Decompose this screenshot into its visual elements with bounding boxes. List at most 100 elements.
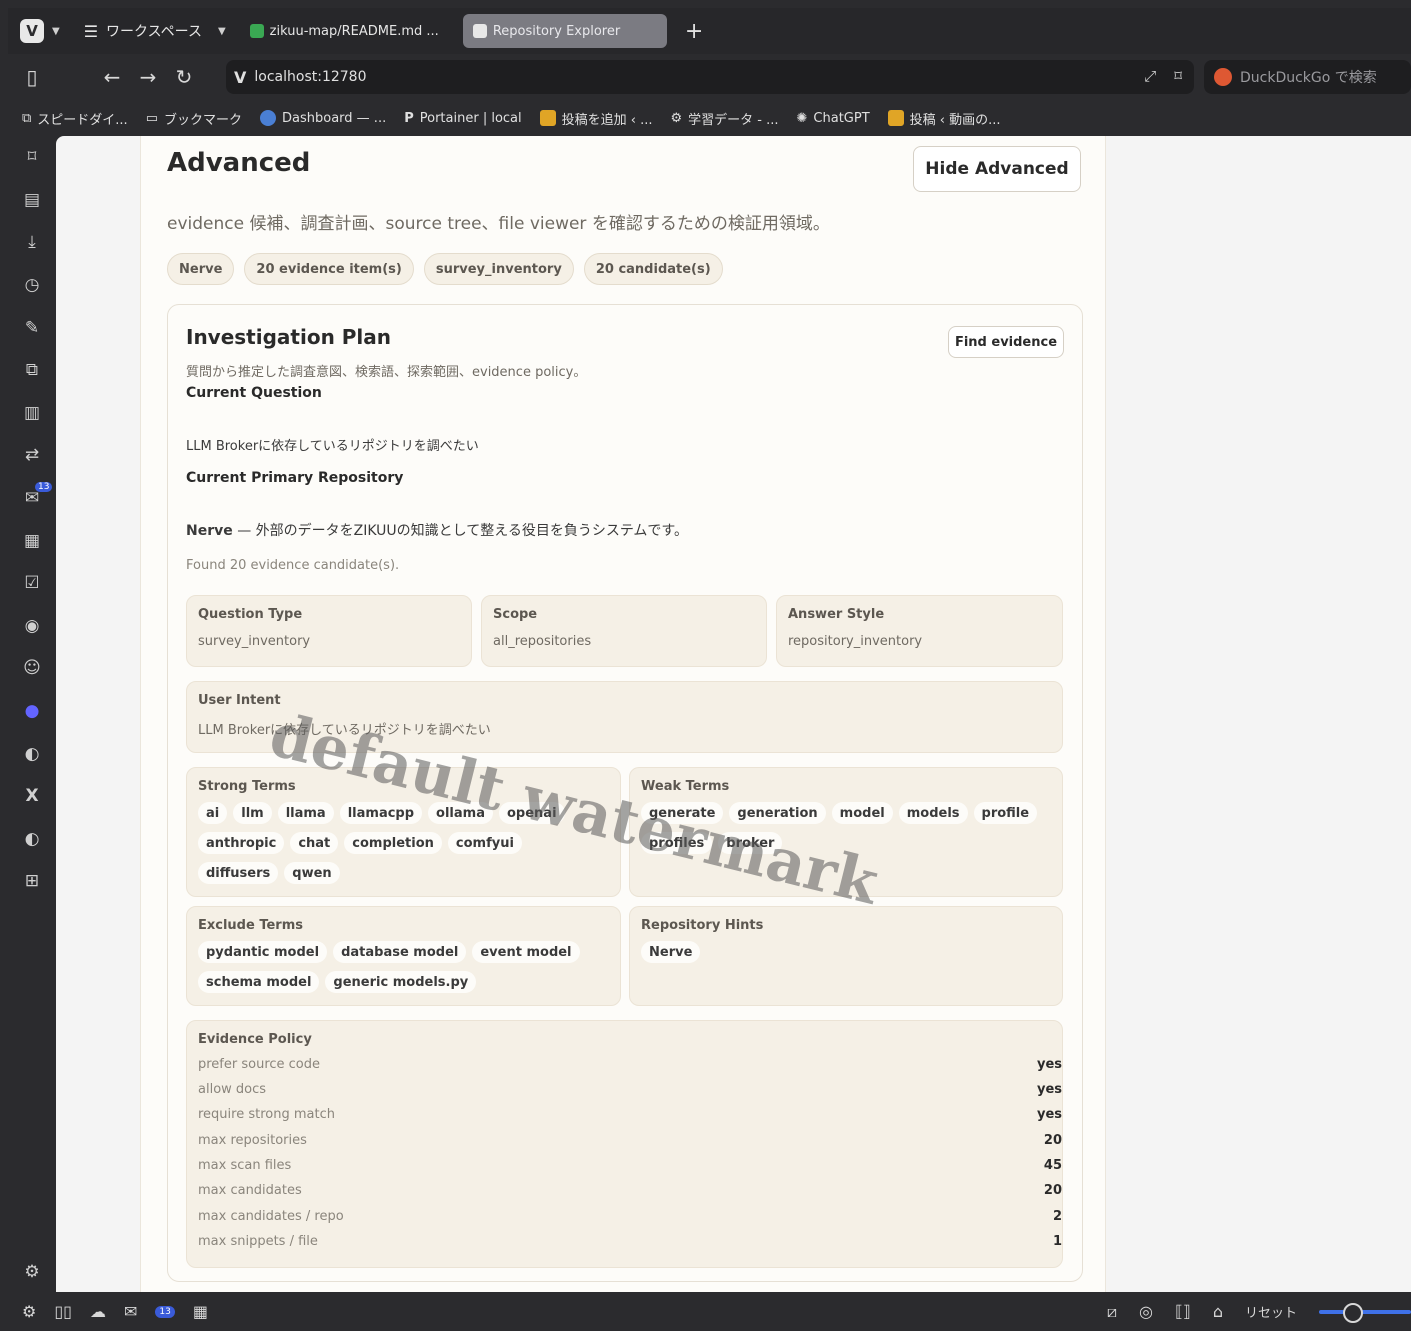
hide-advanced-button[interactable]: Hide Advanced bbox=[913, 146, 1081, 192]
exclude-terms-list: pydantic model database model event mode… bbox=[198, 941, 608, 993]
term-tag: anthropic bbox=[198, 832, 285, 854]
bookmark-post-add[interactable]: 投稿を追加 ‹ ... bbox=[539, 109, 653, 128]
term-tag: chat bbox=[290, 832, 339, 854]
bookmark-speed-dial[interactable]: ⧉ スピードダイ... bbox=[22, 109, 128, 128]
term-tag: models bbox=[898, 802, 968, 824]
workspace-selector[interactable]: ☰ ワークスペース ▼ bbox=[84, 21, 226, 41]
answer-style-label: Answer Style bbox=[788, 607, 885, 622]
scope-box: Scope all_repositories bbox=[481, 595, 767, 667]
policy-row: max candidates 20 bbox=[198, 1183, 1062, 1198]
back-icon[interactable]: ← bbox=[94, 65, 130, 89]
zoom-reset-button[interactable]: リセット bbox=[1245, 1302, 1297, 1321]
url-field[interactable]: V localhost:12780 ⤢ ⌑ bbox=[226, 60, 1194, 94]
sync-cloud-icon[interactable]: ☁ bbox=[90, 1302, 106, 1321]
downloads-icon[interactable]: ⤓ bbox=[8, 221, 56, 264]
answer-style-box: Answer Style repository_inventory bbox=[776, 595, 1063, 667]
web-panel-icon[interactable]: ◐ bbox=[8, 818, 56, 861]
status-bar: ⚙ ▯▯ ☁ ✉ 13 ▦ ⧄ ◎ ⟦⟧ ⌂ リセット bbox=[8, 1292, 1411, 1331]
bookmark-dashboard[interactable]: Dashboard — ... bbox=[260, 110, 386, 126]
sync-icon[interactable]: ⇄ bbox=[8, 434, 56, 477]
strong-terms-list: ai llm llama llamacpp ollama openai anth… bbox=[198, 802, 608, 884]
x-icon[interactable]: X bbox=[8, 775, 56, 818]
capture-icon[interactable]: ◎ bbox=[1139, 1302, 1153, 1321]
new-tab-icon[interactable]: + bbox=[685, 19, 703, 44]
user-intent-box: User Intent LLM Brokerに依存しているリポジトリを調べたい bbox=[186, 681, 1063, 753]
tab-lock-icon[interactable]: ⌂ bbox=[1213, 1302, 1223, 1321]
question-type-box: Question Type survey_inventory bbox=[186, 595, 472, 667]
tab-label: zikuu-map/README.md ... bbox=[269, 23, 439, 39]
bookmark-chatgpt[interactable]: ✺ ChatGPT bbox=[797, 111, 870, 126]
forward-icon[interactable]: → bbox=[130, 65, 166, 89]
calendar-icon[interactable]: ▦ bbox=[8, 519, 56, 562]
zoom-slider[interactable] bbox=[1319, 1302, 1411, 1323]
folder-icon: ▭ bbox=[145, 110, 158, 126]
bookmark-folder[interactable]: ▭ ブックマーク bbox=[146, 109, 242, 128]
chip-evidence-count: 20 evidence item(s) bbox=[244, 253, 414, 285]
policy-row: max snippets / file 1 bbox=[198, 1234, 1062, 1249]
page-actions-icon[interactable]: ⧄ bbox=[1107, 1302, 1117, 1322]
sidebar-badge: 13 bbox=[35, 481, 53, 492]
window-panel-icon[interactable]: ▥ bbox=[8, 392, 56, 435]
site-info-icon[interactable]: V bbox=[234, 68, 246, 87]
chevron-down-icon[interactable]: ▼ bbox=[52, 26, 60, 37]
exclude-terms-label: Exclude Terms bbox=[198, 918, 303, 933]
mail-status-icon[interactable]: ✉ bbox=[124, 1302, 137, 1321]
repository-hints-list: Nerve bbox=[641, 941, 1051, 963]
feeds-icon[interactable]: ◉ bbox=[8, 605, 56, 648]
advanced-title: Advanced bbox=[167, 148, 311, 178]
tab-label: Repository Explorer bbox=[492, 23, 621, 39]
add-panel-icon[interactable]: ⊞ bbox=[8, 860, 56, 903]
scope-label: Scope bbox=[493, 607, 538, 622]
tiling-icon[interactable]: ⟦⟧ bbox=[1175, 1302, 1191, 1321]
search-field[interactable]: DuckDuckGo で検索 bbox=[1204, 60, 1411, 94]
url-text: localhost:12780 bbox=[254, 69, 367, 85]
evidence-policy-box: Evidence Policy prefer source code yes al… bbox=[186, 1020, 1063, 1268]
settings-icon[interactable]: ⚙ bbox=[8, 1252, 56, 1292]
weak-terms-box: Weak Terms generate generation model mod… bbox=[629, 767, 1063, 897]
notes-icon[interactable]: ✎ bbox=[8, 306, 56, 349]
question-type-value: survey_inventory bbox=[198, 634, 311, 649]
tile-tabs-icon[interactable]: ▯▯ bbox=[54, 1302, 72, 1321]
term-tag: model bbox=[831, 802, 893, 824]
term-tag: ai bbox=[198, 802, 228, 824]
panel-toggle-icon[interactable]: ▯ bbox=[14, 65, 50, 89]
browser-window: V ▼ ☰ ワークスペース ▼ zikuu-map/README.md ... … bbox=[0, 0, 1411, 1331]
mail-icon[interactable]: ✉ 13 bbox=[8, 477, 56, 520]
vivaldi-menu-icon[interactable]: V bbox=[20, 19, 44, 43]
mastodon-icon[interactable]: ● bbox=[8, 690, 56, 733]
bookmark-portainer[interactable]: P Portainer | local bbox=[404, 111, 521, 126]
tab-readme[interactable]: zikuu-map/README.md ... bbox=[240, 14, 449, 48]
bookmarks-panel-icon[interactable]: ⌑ bbox=[8, 136, 56, 179]
settings-icon[interactable]: ⚙ bbox=[22, 1302, 36, 1321]
term-tag: profiles bbox=[641, 832, 713, 854]
weak-terms-list: generate generation model models profile… bbox=[641, 802, 1051, 854]
chatgpt-icon: ✺ bbox=[796, 110, 808, 126]
primary-repo-label: Current Primary Repository bbox=[186, 470, 404, 486]
advanced-chips: Nerve 20 evidence item(s) survey_invento… bbox=[167, 253, 723, 285]
reading-list-icon[interactable]: ▤ bbox=[8, 179, 56, 222]
reload-icon[interactable]: ↻ bbox=[166, 65, 202, 89]
workspace-label: ワークスペース bbox=[106, 24, 202, 40]
bookmark-posts[interactable]: 投稿 ‹ 動画の... bbox=[887, 109, 1001, 128]
contacts-icon[interactable]: ☺ bbox=[8, 647, 56, 690]
bookmark-training-data[interactable]: ⚙ 学習データ - ... bbox=[671, 109, 779, 128]
find-evidence-button[interactable]: Find evidence bbox=[948, 326, 1064, 358]
calendar-status-icon[interactable]: ▦ bbox=[193, 1302, 208, 1321]
bookmark-icon[interactable]: ⌑ bbox=[1174, 67, 1182, 85]
current-question-text: LLM Brokerに依存しているリポジトリを調べたい bbox=[186, 439, 479, 454]
tasks-icon[interactable]: ☑ bbox=[8, 562, 56, 605]
history-icon[interactable]: ◷ bbox=[8, 264, 56, 307]
term-tag: llm bbox=[233, 802, 272, 824]
search-placeholder: DuckDuckGo で検索 bbox=[1240, 70, 1377, 86]
tab-repository-explorer[interactable]: Repository Explorer bbox=[462, 14, 667, 48]
translate-icon[interactable]: ⧉ bbox=[8, 349, 56, 392]
strong-terms-box: Strong Terms ai llm llama llamacpp ollam… bbox=[186, 767, 621, 897]
reader-mode-icon[interactable]: ⤢ bbox=[1144, 67, 1156, 85]
term-tag: comfyui bbox=[447, 832, 522, 854]
portainer-icon: P bbox=[404, 110, 414, 126]
user-intent-value: LLM Brokerに依存しているリポジトリを調べたい bbox=[198, 723, 491, 738]
page-icon bbox=[472, 24, 487, 38]
policy-row: max scan files 45 bbox=[198, 1158, 1062, 1173]
web-panel-icon[interactable]: ◐ bbox=[8, 732, 56, 775]
speed-dial-icon: ⧉ bbox=[22, 110, 32, 126]
